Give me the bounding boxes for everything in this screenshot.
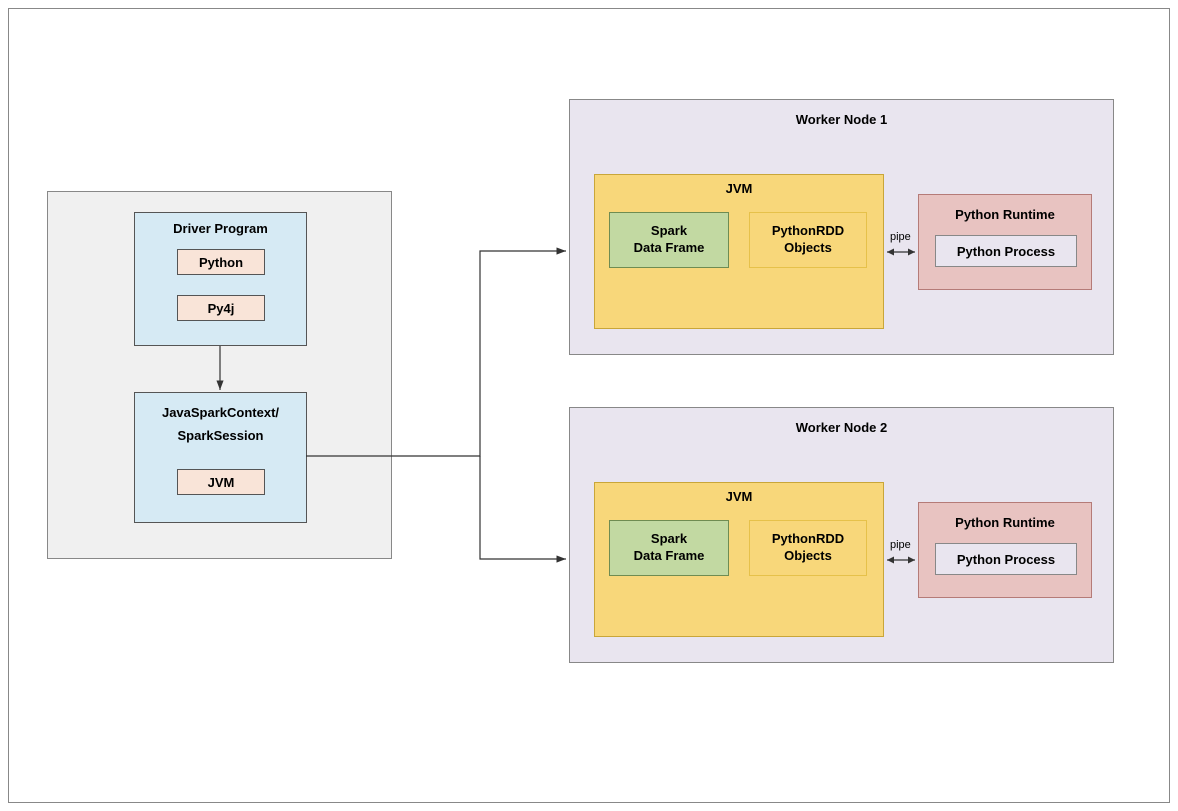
worker-1-jvm-title: JVM: [595, 181, 883, 196]
worker-1-python-process: Python Process: [935, 235, 1077, 267]
worker-2-python-runtime: Python Runtime Python Process: [918, 502, 1092, 598]
py4j-label: Py4j: [204, 297, 239, 320]
spark-context-title-2: SparkSession: [135, 424, 306, 447]
worker-2-spark-df: SparkData Frame: [609, 520, 729, 576]
driver-container: Driver Program Python Py4j JavaSparkCont…: [47, 191, 392, 559]
worker-1-python-runtime: Python Runtime Python Process: [918, 194, 1092, 290]
worker-2-spark-df-label: SparkData Frame: [630, 527, 709, 569]
worker-1-python-rdd-label: PythonRDDObjects: [768, 219, 848, 261]
python-box: Python: [177, 249, 265, 275]
worker-1-process-label: Python Process: [953, 240, 1059, 263]
py4j-box: Py4j: [177, 295, 265, 321]
worker-1-spark-df: SparkData Frame: [609, 212, 729, 268]
worker-2-jvm-title: JVM: [595, 489, 883, 504]
worker-1-jvm-container: JVM SparkData Frame PythonRDDObjects: [594, 174, 884, 329]
worker-1-spark-df-label: SparkData Frame: [630, 219, 709, 261]
worker-2-python-process: Python Process: [935, 543, 1077, 575]
diagram-frame: Driver Program Python Py4j JavaSparkCont…: [8, 8, 1170, 803]
worker-2-python-rdd-label: PythonRDDObjects: [768, 527, 848, 569]
python-label: Python: [195, 251, 247, 274]
spark-context-title-1: JavaSparkContext/: [135, 401, 306, 424]
worker-2-runtime-title: Python Runtime: [919, 511, 1091, 534]
driver-program-title: Driver Program: [135, 217, 306, 240]
worker-node-1: Worker Node 1 JVM SparkData Frame Python…: [569, 99, 1114, 355]
worker-1-title: Worker Node 1: [570, 112, 1113, 127]
worker-2-pipe-label: pipe: [890, 539, 911, 551]
worker-2-python-rdd: PythonRDDObjects: [749, 520, 867, 576]
worker-2-process-label: Python Process: [953, 548, 1059, 571]
worker-1-runtime-title: Python Runtime: [919, 203, 1091, 226]
driver-jvm-label: JVM: [204, 471, 239, 494]
spark-context-box: JavaSparkContext/ SparkSession JVM: [134, 392, 307, 523]
worker-1-python-rdd: PythonRDDObjects: [749, 212, 867, 268]
worker-2-title: Worker Node 2: [570, 420, 1113, 435]
driver-jvm-box: JVM: [177, 469, 265, 495]
driver-program-box: Driver Program Python Py4j: [134, 212, 307, 346]
worker-1-pipe-label: pipe: [890, 231, 911, 243]
worker-node-2: Worker Node 2 JVM SparkData Frame Python…: [569, 407, 1114, 663]
worker-2-jvm-container: JVM SparkData Frame PythonRDDObjects: [594, 482, 884, 637]
